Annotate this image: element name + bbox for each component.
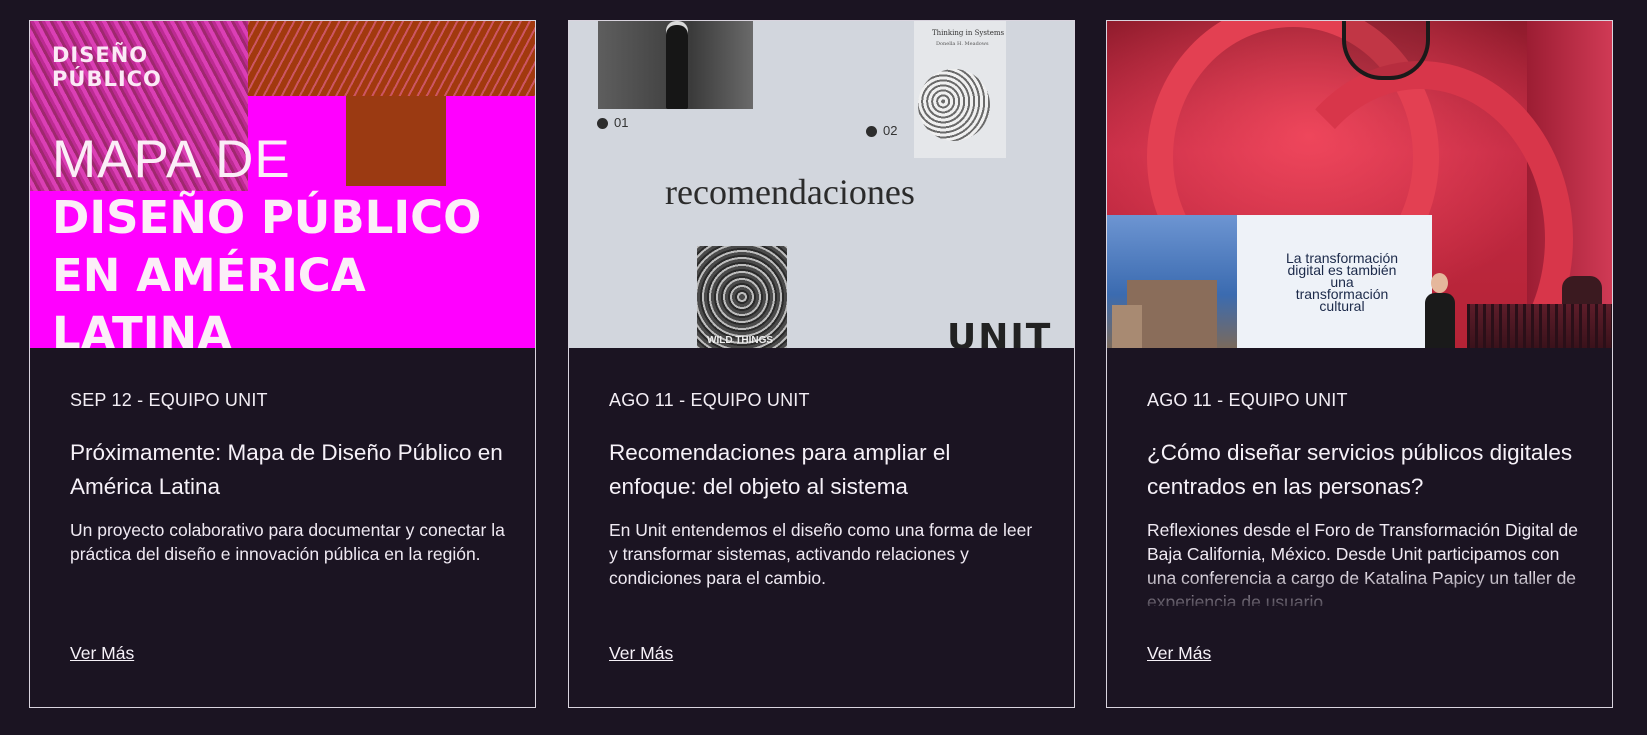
card-image[interactable]: DISEÑO PÚBLICO MAPA DE DISEÑO PÚBLICO EN…: [30, 21, 535, 348]
image-block: [346, 96, 446, 186]
card-body: AGO 11 - EQUIPO UNIT Recomendaciones par…: [609, 348, 1044, 707]
book-cover: Thinking in Systems Donella H. Meadows: [914, 21, 1006, 158]
book2-text: WILD THINGS: [707, 335, 774, 346]
blog-card[interactable]: La transformación digital es también una…: [1106, 20, 1613, 708]
slinky-image: [918, 69, 990, 141]
card-image[interactable]: 01 Thinking in Systems Donella H. Meadow…: [569, 21, 1074, 348]
diseno-publico-logo: DISEÑO PÚBLICO: [52, 43, 162, 91]
ver-mas-link[interactable]: Ver Más: [609, 643, 673, 664]
book-author: Donella H. Meadows: [936, 41, 989, 47]
projection-screen: La transformación digital es también una…: [1107, 215, 1432, 348]
image-texture: [248, 21, 535, 96]
card-title[interactable]: Recomendaciones para ampliar el enfoque:…: [609, 436, 1044, 504]
logo-line: PÚBLICO: [52, 67, 162, 91]
speaker-head: [1431, 273, 1448, 293]
card-meta: AGO 11 - EQUIPO UNIT: [1147, 390, 1348, 410]
image-headline: MAPA DE: [52, 130, 291, 189]
balcony-railing: [1467, 304, 1612, 348]
ver-mas-link[interactable]: Ver Más: [1147, 643, 1211, 664]
card-title[interactable]: Próximamente: Mapa de Diseño Público en …: [70, 436, 505, 504]
audience: [1562, 276, 1602, 306]
card-image[interactable]: La transformación digital es también una…: [1107, 21, 1612, 348]
book-photo: WILD THINGS: [697, 246, 787, 348]
ver-mas-link[interactable]: Ver Más: [70, 643, 134, 664]
slide-text: La transformación digital es también una…: [1267, 251, 1417, 314]
image-word: recomendaciones: [665, 172, 915, 212]
bullet-dot: [866, 126, 877, 137]
blog-card[interactable]: DISEÑO PÚBLICO MAPA DE DISEÑO PÚBLICO EN…: [29, 20, 536, 708]
bullet-dot: [597, 118, 608, 129]
building: [1112, 305, 1142, 348]
speaker: [1423, 271, 1457, 348]
headline-line: DISEÑO PÚBLICO: [52, 191, 482, 244]
headline-line: LATINA: [52, 307, 232, 348]
portrait-photo: [598, 21, 753, 109]
card-excerpt: Un proyecto colaborativo para documentar…: [70, 520, 505, 564]
card-body: SEP 12 - EQUIPO UNIT Próximamente: Mapa …: [70, 348, 505, 707]
slide-line: cultural: [1319, 298, 1365, 314]
card-title[interactable]: ¿Cómo diseñar servicios públicos digital…: [1147, 436, 1582, 504]
card-excerpt: Reflexiones desde el Foro de Transformac…: [1147, 520, 1578, 606]
card-meta: AGO 11 - EQUIPO UNIT: [609, 390, 810, 410]
card-body: AGO 11 - EQUIPO UNIT ¿Cómo diseñar servi…: [1147, 348, 1582, 707]
unit-logo: UNIT: [947, 317, 1053, 348]
label-01: 01: [614, 115, 629, 130]
speaker-body: [1425, 293, 1455, 348]
logo-line: DISEÑO: [52, 43, 149, 67]
card-meta: SEP 12 - EQUIPO UNIT: [70, 390, 268, 410]
image-headline-bold: DISEÑO PÚBLICO EN AMÉRICA LATINA: [52, 189, 481, 348]
book-title: Thinking in Systems: [932, 29, 1005, 37]
label-02: 02: [883, 123, 898, 138]
blog-card[interactable]: 01 Thinking in Systems Donella H. Meadow…: [568, 20, 1075, 708]
slide-photo: [1107, 215, 1237, 348]
headline-line: EN AMÉRICA: [52, 249, 366, 302]
card-excerpt: En Unit entendemos el diseño como una fo…: [609, 520, 1033, 588]
figure: [666, 25, 688, 109]
